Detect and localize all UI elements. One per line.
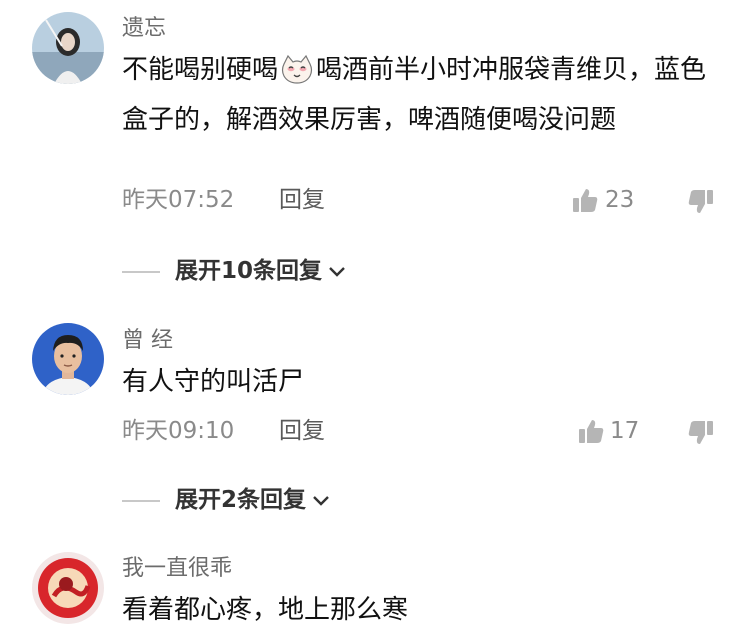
comment-time: 昨天07:52 <box>122 187 235 213</box>
thumbs-down-icon[interactable] <box>687 188 715 216</box>
expand-replies-label: 展开2条回复 <box>175 487 307 513</box>
thumbs-down-icon[interactable] <box>687 419 715 447</box>
chevron-down-icon <box>312 489 330 512</box>
expand-replies-button[interactable]: 展开10条回复 <box>175 260 346 283</box>
comment-text: 不能喝别硬喝 喝酒前半小时冲服袋青维贝，蓝色盒子的，解酒效果厉害，啤酒随便喝没问… <box>122 48 712 142</box>
expand-replies-button[interactable]: 展开2条回复 <box>175 489 330 512</box>
like-count: 23 <box>605 187 635 213</box>
comment-text: 看着都心疼，地上那么寒 <box>122 595 409 625</box>
reply-button[interactable]: 回复 <box>279 189 325 212</box>
comment-username[interactable]: 遗忘 <box>122 18 166 40</box>
thumbs-up-icon[interactable] <box>577 417 605 445</box>
divider <box>122 271 160 273</box>
like-count: 17 <box>610 418 640 444</box>
expand-replies-label: 展开10条回复 <box>175 258 323 284</box>
comment-username[interactable]: 曾 经 <box>122 330 173 352</box>
comment-text: 有人守的叫活尸 <box>122 367 305 397</box>
avatar[interactable] <box>32 552 104 624</box>
avatar[interactable] <box>32 12 104 84</box>
comment-username[interactable]: 我一直很乖 <box>122 558 232 580</box>
thumbs-up-icon[interactable] <box>571 186 599 214</box>
comment-time: 昨天09:10 <box>122 418 235 444</box>
cat-face-emoji <box>280 54 314 98</box>
divider <box>122 500 160 502</box>
avatar[interactable] <box>32 323 104 395</box>
comment-text-part: 不能喝别硬喝 <box>122 55 279 85</box>
chevron-down-icon <box>328 260 346 283</box>
reply-button[interactable]: 回复 <box>279 420 325 443</box>
